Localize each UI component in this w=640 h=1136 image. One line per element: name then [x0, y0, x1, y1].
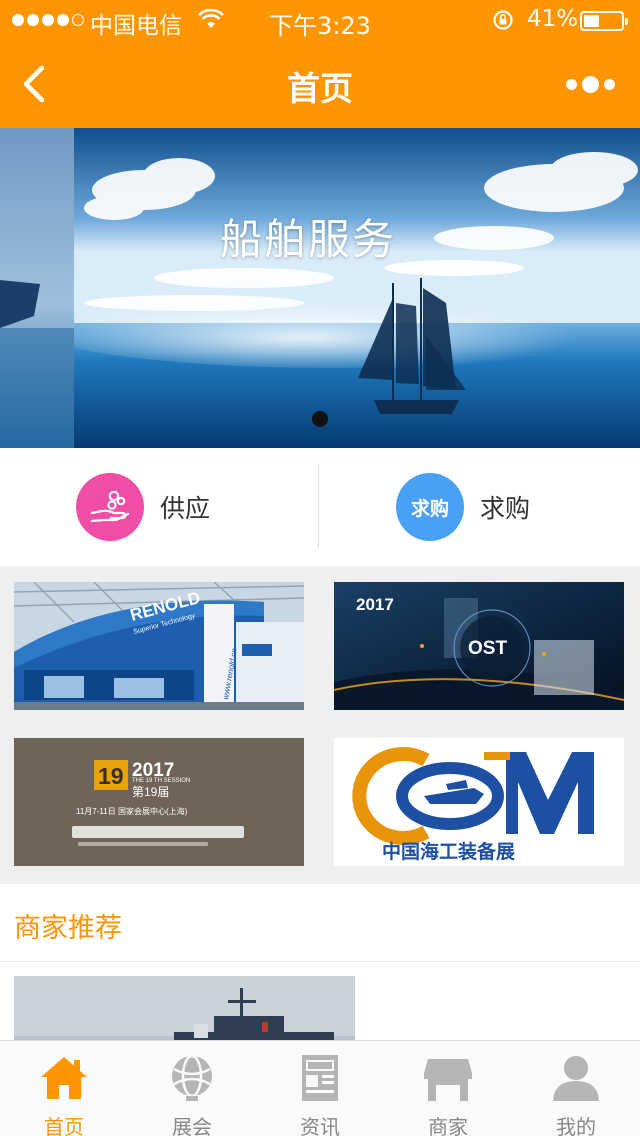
supply-hand-icon: [76, 473, 144, 541]
tab-profile[interactable]: 我的: [512, 1041, 640, 1136]
battery-icon: [580, 11, 628, 31]
quick-links: 供应 求购 求购: [0, 448, 640, 566]
tab-home[interactable]: 首页: [0, 1041, 128, 1136]
banner-image: [74, 128, 640, 448]
supply-label: 供应: [160, 494, 211, 523]
tab-exhibition[interactable]: 展会: [128, 1041, 256, 1136]
tab-home-label: 首页: [44, 1115, 84, 1136]
exhibition-tile-ost[interactable]: 2017 OST: [334, 582, 624, 710]
tab-exhibition-label: 展会: [172, 1115, 212, 1136]
ost-expo-image: 2017 OST: [334, 582, 624, 710]
banner-prev-slide: [0, 128, 74, 448]
tab-profile-label: 我的: [556, 1115, 596, 1136]
tab-merchant-label: 商家: [428, 1115, 468, 1136]
exhibition-grid: RENOLD Superior Technology www.renold.cn…: [0, 566, 640, 884]
exhibition-tile-renold[interactable]: RENOLD Superior Technology www.renold.cn: [14, 582, 304, 710]
banner-caption: 船舶服务: [220, 215, 397, 264]
ciif-dates: 11月7-11日 国家会展中心(上海): [76, 806, 188, 816]
com-expo-image: 中国海工装备展: [334, 738, 624, 866]
status-bar: 中国电信 下午3:23 41%: [0, 0, 640, 40]
more-dots-icon[interactable]: [566, 76, 615, 93]
user-icon: [553, 1056, 599, 1101]
ost-name: OST: [468, 638, 507, 659]
divider: [318, 464, 319, 548]
tab-bar: 首页 展会 资讯 商家 我的: [0, 1040, 640, 1136]
merchant-list: [0, 962, 640, 1046]
rotation-lock-icon: [493, 10, 513, 30]
home-icon: [41, 1057, 87, 1099]
ciif-number: 19: [98, 763, 124, 789]
exhibition-tile-com[interactable]: 中国海工装备展: [334, 738, 624, 866]
demand-badge-text: 求购: [410, 497, 449, 520]
news-icon: [302, 1055, 338, 1101]
ciif-edition: 第19届: [132, 785, 169, 799]
tab-news[interactable]: 资讯: [256, 1041, 384, 1136]
ciif-session: THE 19 TH SESSION: [132, 778, 190, 784]
store-icon: [424, 1059, 472, 1101]
banner-carousel[interactable]: 船舶服务: [0, 128, 640, 448]
page-title: 首页: [287, 69, 353, 108]
ciif-expo-image: 19 2017 THE 19 TH SESSION 第19届 11月7-11日 …: [14, 738, 304, 866]
demand-button[interactable]: 求购 求购: [396, 448, 640, 566]
merchant-ship-image[interactable]: [14, 976, 355, 1046]
battery-fill: [584, 15, 599, 27]
merchant-recommend-header: 商家推荐: [0, 884, 640, 962]
nav-bar: 首页: [0, 40, 640, 128]
carousel-indicator[interactable]: [312, 411, 328, 427]
globe-icon: [172, 1054, 212, 1101]
tab-merchant[interactable]: 商家: [384, 1041, 512, 1136]
demand-badge-icon: 求购: [396, 473, 464, 541]
tab-news-label: 资讯: [300, 1115, 340, 1136]
supply-button[interactable]: 供应: [76, 448, 394, 566]
section-title: 商家推荐: [14, 913, 122, 944]
ost-year: 2017: [356, 595, 394, 614]
demand-label: 求购: [480, 494, 531, 523]
renold-booth-image: RENOLD Superior Technology www.renold.cn: [14, 582, 304, 710]
exhibition-tile-ciif[interactable]: 19 2017 THE 19 TH SESSION 第19届 11月7-11日 …: [14, 738, 304, 866]
com-expo-name: 中国海工装备展: [382, 840, 515, 863]
battery-percent: 41%: [527, 6, 579, 32]
